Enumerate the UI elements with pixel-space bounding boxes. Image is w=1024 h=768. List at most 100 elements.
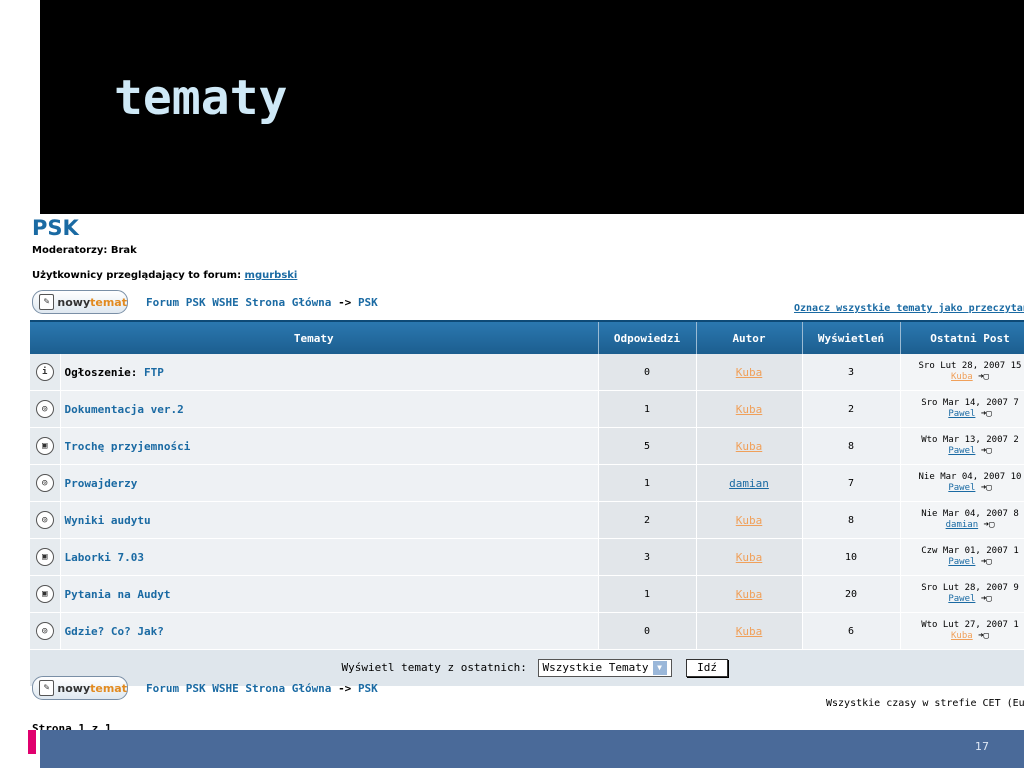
goto-last-post-icon[interactable]: ➜▢ (981, 557, 992, 567)
breadcrumb-home[interactable]: Forum PSK WSHE Strona Główna (146, 682, 331, 695)
filter-select[interactable]: Wszystkie Tematy ▼ (537, 659, 672, 677)
views-count: 3 (802, 354, 901, 391)
timezone-note: Wszystkie czasy w strefie CET (Eu (826, 698, 1024, 709)
breadcrumb: Forum PSK WSHE Strona Główna -> PSK (146, 296, 378, 309)
topic-icon: ◎ (35, 400, 54, 418)
topic-link[interactable]: Pytania na Audyt (65, 588, 171, 601)
topic-title-cell: Dokumentacja ver.2 (60, 390, 599, 428)
breadcrumb-home[interactable]: Forum PSK WSHE Strona Główna (146, 296, 331, 309)
last-post-cell: Nie Mar 04, 2007 8 damian ➜▢ (900, 501, 1024, 539)
topic-icon: ◎ (35, 511, 54, 529)
topic-title-cell: Wyniki audytu (60, 501, 599, 539)
goto-last-post-icon[interactable]: ➜▢ (981, 409, 992, 419)
last-post-cell: Sro Mar 14, 2007 7 Pawel ➜▢ (900, 390, 1024, 428)
topic-status-cell: ◎ (30, 501, 61, 539)
filter-label: Wyświetl tematy z ostatnich: (341, 661, 527, 674)
decorative-bars (22, 47, 40, 115)
breadcrumb-current[interactable]: PSK (358, 682, 378, 695)
new-topic-button-bottom[interactable]: ✎ nowy temat (32, 676, 128, 700)
author-cell: damian (696, 464, 803, 502)
replies-count: 1 (598, 464, 697, 502)
goto-last-post-icon[interactable]: ➜▢ (981, 483, 992, 493)
author-link[interactable]: Kuba (736, 440, 763, 453)
forum-title[interactable]: PSK (32, 216, 79, 240)
last-post-user[interactable]: damian (946, 520, 979, 530)
topic-prefix: Ogłoszenie: (64, 365, 138, 379)
topic-title-cell: Laborki 7.03 (60, 538, 599, 576)
goto-last-post-icon[interactable]: ➜▢ (981, 446, 992, 456)
views-count: 2 (802, 390, 901, 428)
topic-title-cell: Trochę przyjemności (60, 427, 599, 465)
mark-all-read-link[interactable]: Oznacz wszystkie tematy jako przeczytane (794, 303, 1024, 314)
viewer-link[interactable]: mgurbski (245, 270, 298, 281)
topic-link[interactable]: Dokumentacja ver.2 (65, 403, 184, 416)
breadcrumb-current[interactable]: PSK (358, 296, 378, 309)
header-views: Wyświetleń (802, 320, 901, 354)
views-count: 8 (802, 427, 901, 465)
topic-link[interactable]: Wyniki audytu (65, 514, 151, 527)
author-link[interactable]: Kuba (736, 514, 763, 527)
topic-link[interactable]: Trochę przyjemności (65, 440, 191, 453)
views-count: 10 (802, 538, 901, 576)
topics-table: Tematy Odpowiedzi Autor Wyświetleń Ostat… (30, 320, 1024, 687)
author-link[interactable]: Kuba (736, 403, 763, 416)
table-row: i Ogłoszenie: FTP 0 Kuba 3 Sro Lut 28, 2007 1… (30, 354, 1024, 391)
views-count: 7 (802, 464, 901, 502)
replies-count: 0 (598, 612, 697, 650)
author-link[interactable]: Kuba (736, 625, 763, 638)
breadcrumb-bottom: Forum PSK WSHE Strona Główna -> PSK (146, 682, 378, 695)
viewers-label: Użytkownicy przeglądający to forum: (32, 270, 242, 281)
goto-last-post-icon[interactable]: ➜▢ (984, 520, 995, 530)
last-post-date: Wto Mar 13, 2007 2 (921, 435, 1019, 445)
new-topic-label-2: temat (90, 681, 127, 695)
goto-last-post-icon[interactable]: ➜▢ (978, 631, 989, 641)
topic-status-cell: i (30, 354, 61, 391)
last-post-user[interactable]: Pawel (948, 483, 975, 493)
author-cell: Kuba (696, 575, 803, 613)
author-cell: Kuba (696, 427, 803, 465)
table-row: ▣ Laborki 7.03 3 Kuba 10 Czw Mar 01, 2007 1 Pa… (30, 538, 1024, 576)
last-post-user[interactable]: Pawel (948, 409, 975, 419)
last-post-user[interactable]: Kuba (951, 372, 973, 382)
last-post-date: Nie Mar 04, 2007 10 (918, 472, 1022, 482)
last-post-cell: Nie Mar 04, 2007 10 Pawel ➜▢ (900, 464, 1024, 502)
go-button[interactable]: Idź (686, 659, 729, 677)
moderators-line: Moderatorzy: Brak (32, 245, 137, 256)
author-link[interactable]: Kuba (736, 366, 763, 379)
last-post-user[interactable]: Kuba (951, 631, 973, 641)
viewers-line: Użytkownicy przeglądający to forum: mgur… (32, 270, 297, 281)
table-row: ◎ Dokumentacja ver.2 1 Kuba 2 Sro Mar 14, 200… (30, 390, 1024, 428)
topic-status-cell: ◎ (30, 390, 61, 428)
slide-footer: 17 (40, 730, 1024, 768)
header-author: Autor (696, 320, 803, 354)
views-count: 6 (802, 612, 901, 650)
new-topic-button[interactable]: ✎ nowy temat (32, 290, 128, 314)
replies-count: 5 (598, 427, 697, 465)
author-link[interactable]: Kuba (736, 588, 763, 601)
topic-link[interactable]: Gdzie? Co? Jak? (65, 625, 164, 638)
table-row: ▣ Trochę przyjemności 5 Kuba 8 Wto Mar 13, 20… (30, 427, 1024, 465)
announcement-icon: i (35, 363, 54, 381)
replies-count: 1 (598, 390, 697, 428)
goto-last-post-icon[interactable]: ➜▢ (978, 372, 989, 382)
author-link[interactable]: Kuba (736, 551, 763, 564)
last-post-user[interactable]: Pawel (948, 557, 975, 567)
new-topic-label-2: temat (90, 295, 127, 309)
topic-link[interactable]: FTP (144, 366, 164, 379)
slide-title: tematy (114, 70, 288, 126)
chevron-down-icon[interactable]: ▼ (652, 661, 667, 675)
topic-link[interactable]: Prowajderzy (65, 477, 138, 490)
goto-last-post-icon[interactable]: ➜▢ (981, 594, 992, 604)
topic-title-cell: Pytania na Audyt (60, 575, 599, 613)
locked-topic-icon: ▣ (35, 585, 54, 603)
author-cell: Kuba (696, 501, 803, 539)
topic-link[interactable]: Laborki 7.03 (65, 551, 144, 564)
table-row: ◎ Wyniki audytu 2 Kuba 8 Nie Mar 04, 2007 8 da… (30, 501, 1024, 539)
breadcrumb-separator: -> (338, 296, 352, 309)
filter-value: Wszystkie Tematy (542, 661, 649, 674)
replies-count: 1 (598, 575, 697, 613)
last-post-user[interactable]: Pawel (948, 594, 975, 604)
author-link[interactable]: damian (729, 477, 769, 490)
last-post-user[interactable]: Pawel (948, 446, 975, 456)
table-row: ▣ Pytania na Audyt 1 Kuba 20 Sro Lut 28, 2007… (30, 575, 1024, 613)
